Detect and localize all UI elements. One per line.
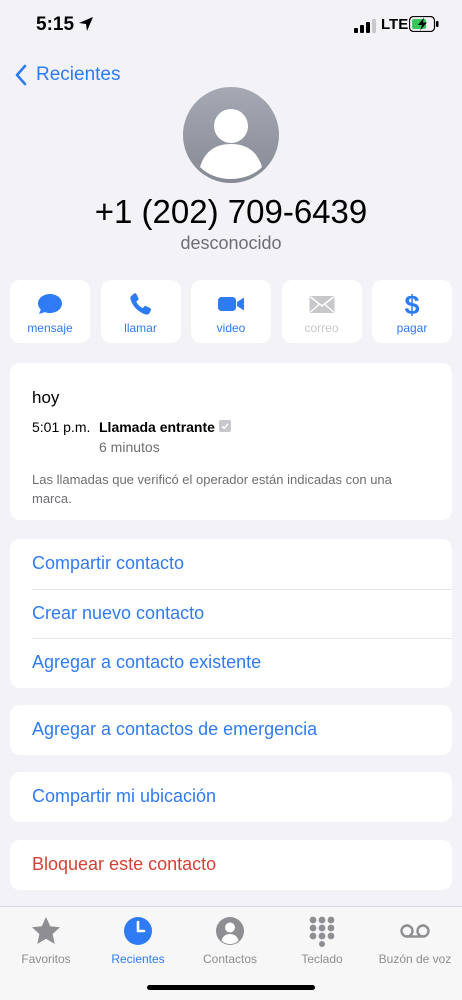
video-camera-icon — [218, 297, 244, 311]
call-button[interactable]: llamar — [100, 280, 181, 343]
tab-keypad-label: Teclado — [301, 952, 343, 966]
avatar — [183, 87, 279, 183]
create-contact-button[interactable]: Crear nuevo contacto — [10, 588, 452, 639]
carrier-verified-icon — [219, 420, 231, 432]
tab-favorites-label: Favoritos — [21, 952, 71, 966]
mail-envelope-icon — [309, 296, 334, 313]
pay-label: pagar — [396, 321, 428, 335]
emergency-card: Agregar a contactos de emergencia — [10, 705, 452, 755]
tab-keypad[interactable]: Teclado — [276, 915, 368, 966]
mail-button[interactable]: correo — [281, 280, 362, 343]
share-location-card: Compartir mi ubicación — [10, 772, 452, 822]
tab-recents[interactable]: Recientes — [92, 915, 184, 966]
dollar-icon: $ — [404, 292, 419, 316]
network-type: LTE — [381, 16, 409, 33]
mail-label: correo — [304, 321, 339, 335]
status-bar: 5:15 LTE — [0, 0, 462, 50]
home-indicator[interactable] — [147, 985, 315, 990]
cellular-signal-icon — [354, 19, 376, 33]
call-time: 5:01 p.m. — [32, 419, 91, 435]
phone-icon — [129, 293, 151, 315]
video-button[interactable]: video — [191, 280, 271, 343]
message-button[interactable]: mensaje — [10, 280, 90, 343]
tab-voicemail-label: Buzón de voz — [378, 952, 452, 966]
chevron-left-icon — [15, 64, 27, 86]
clock-icon — [124, 917, 152, 945]
battery-charging-icon — [409, 16, 439, 32]
message-label: mensaje — [27, 321, 73, 335]
person-silhouette-icon — [200, 109, 262, 179]
person-circle-icon — [216, 917, 244, 945]
message-bubble-icon — [38, 294, 62, 314]
contact-options-card: Compartir contacto Crear nuevo contacto … — [10, 539, 452, 688]
share-location-button[interactable]: Compartir mi ubicación — [10, 772, 452, 822]
back-button[interactable]: Recientes — [12, 60, 121, 90]
verification-note: Las llamadas que verificó el operador es… — [32, 472, 392, 506]
tab-contacts[interactable]: Contactos — [184, 915, 276, 966]
back-label: Recientes — [36, 64, 121, 85]
tab-voicemail[interactable]: Buzón de voz — [369, 915, 461, 966]
voicemail-icon — [400, 924, 430, 938]
call-duration: 6 minutos — [99, 439, 160, 455]
svg-text:$: $ — [404, 292, 419, 316]
tab-recents-label: Recientes — [111, 952, 165, 966]
call-type: Llamada entrante — [99, 419, 215, 435]
contact-subtitle: desconocido — [180, 233, 282, 253]
action-buttons: mensaje llamar video correo $ pagar — [10, 280, 452, 343]
video-label: video — [216, 321, 246, 335]
block-card: Bloquear este contacto — [10, 840, 452, 890]
block-contact-button[interactable]: Bloquear este contacto — [10, 840, 452, 890]
phone-number: +1 (202) 709-6439 — [94, 193, 368, 230]
call-day: hoy — [32, 388, 60, 407]
status-time: 5:15 — [36, 14, 75, 35]
call-label: llamar — [124, 321, 157, 335]
location-arrow-icon — [79, 17, 93, 31]
call-history-card: hoy 5:01 p.m. Llamada entrante 6 minutos… — [10, 363, 452, 520]
add-to-existing-contact-button[interactable]: Agregar a contacto existente — [10, 638, 452, 688]
keypad-icon — [309, 916, 335, 947]
star-icon — [32, 917, 60, 944]
add-emergency-contact-button[interactable]: Agregar a contactos de emergencia — [10, 705, 452, 755]
pay-button[interactable]: $ pagar — [372, 280, 452, 343]
tab-contacts-label: Contactos — [202, 952, 258, 966]
share-contact-button[interactable]: Compartir contacto — [10, 539, 452, 589]
tab-favorites[interactable]: Favoritos — [0, 915, 92, 966]
